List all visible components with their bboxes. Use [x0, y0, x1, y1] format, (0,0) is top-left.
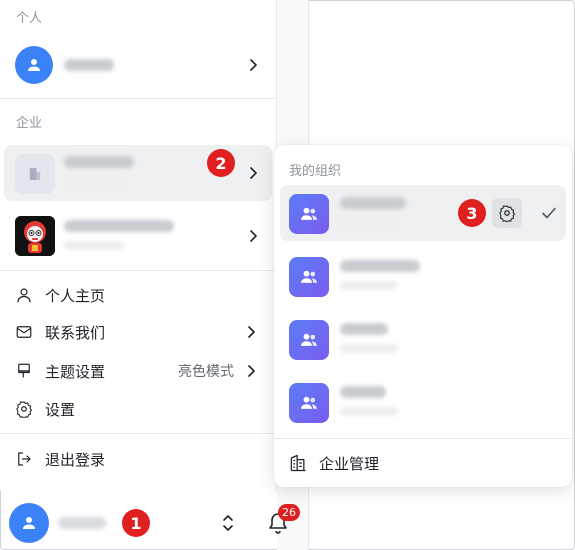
enterprise-logo [15, 216, 55, 256]
enterprise-manage-button[interactable]: 企业管理 [288, 451, 379, 475]
section-divider [0, 433, 276, 434]
enterprise-subtitle-2 [64, 241, 124, 250]
org-name [340, 386, 386, 398]
org-subtitle [340, 407, 398, 416]
user-avatar [15, 46, 53, 84]
org-subtitle [340, 281, 398, 290]
user-icon [14, 285, 34, 305]
step-marker-3: 3 [458, 199, 486, 227]
menu-item-label: 设置 [45, 400, 76, 419]
section-divider [0, 270, 276, 271]
org-name [340, 260, 420, 272]
personal-account-row[interactable] [4, 37, 272, 93]
org-subtitle [340, 218, 398, 227]
enterprise-subtitle-1 [64, 178, 124, 187]
step-marker-2: 2 [207, 149, 235, 177]
logout-label: 退出登录 [45, 450, 106, 469]
enterprise-name-2 [64, 220, 174, 232]
menu-item-label: 主题设置 [45, 362, 106, 381]
chevron-right-icon [250, 167, 257, 179]
personal-section-label: 个人 [16, 11, 43, 26]
brush-icon [14, 361, 34, 381]
menu-item-label: 联系我们 [45, 323, 106, 342]
menu-item-theme[interactable]: 主题设置 亮色模式 [14, 359, 264, 383]
org-item[interactable] [280, 311, 566, 367]
org-item[interactable]: 3 [280, 185, 566, 241]
org-avatar [289, 257, 329, 297]
org-avatar [289, 194, 329, 234]
org-name [340, 197, 406, 209]
enterprise-name-1 [64, 156, 134, 168]
org-item[interactable] [280, 374, 566, 430]
enterprise-logo [15, 154, 55, 194]
step-marker-1: 1 [122, 509, 150, 537]
enterprise-row-2[interactable] [4, 208, 272, 264]
personal-account-name [64, 59, 114, 71]
mascot-logo-icon [15, 216, 55, 256]
org-name [340, 323, 388, 335]
current-user-name [58, 517, 106, 529]
popover-title: 我的组织 [289, 164, 342, 179]
logout-icon [14, 449, 34, 469]
person-icon [23, 517, 35, 529]
org-avatar [289, 383, 329, 423]
org-item[interactable] [280, 248, 566, 304]
bottom-account-bar: 1 26 [0, 490, 308, 550]
enterprise-manage-label: 企业管理 [319, 454, 380, 473]
check-icon [542, 207, 556, 219]
menu-item-settings[interactable]: 设置 [14, 397, 264, 421]
theme-current-value: 亮色模式 [178, 364, 234, 380]
gear-icon [499, 205, 516, 222]
group-icon [301, 207, 317, 220]
current-user-avatar[interactable] [9, 503, 49, 543]
popover-divider [274, 438, 572, 439]
notification-count-badge: 26 [278, 504, 300, 521]
gear-icon [14, 399, 34, 419]
expand-collapse-icon[interactable] [220, 514, 236, 532]
section-divider [0, 98, 276, 99]
enterprise-section-label: 企业 [16, 116, 43, 131]
menu-item-profile[interactable]: 个人主页 [14, 283, 264, 307]
org-subtitle [340, 344, 398, 353]
chevron-right-icon [248, 326, 255, 338]
person-icon [28, 59, 40, 71]
building-icon [29, 168, 41, 180]
mail-icon [14, 322, 34, 342]
logout-button[interactable]: 退出登录 [14, 447, 264, 471]
account-menu-panel: 个人 企业 个人主页 联系我们 主题设置 亮色模式 设置 退出登录 [0, 0, 277, 490]
menu-item-contact[interactable]: 联系我们 [14, 320, 264, 344]
chevron-right-icon [250, 59, 257, 71]
chevron-right-icon [250, 230, 257, 242]
group-icon [301, 396, 317, 409]
building-icon [290, 454, 306, 472]
org-settings-button[interactable] [492, 198, 522, 228]
org-avatar [289, 320, 329, 360]
group-icon [301, 333, 317, 346]
chevron-right-icon [248, 365, 255, 377]
org-switcher-popover: 我的组织 3 企业管理 [274, 145, 572, 487]
menu-item-label: 个人主页 [45, 286, 106, 305]
group-icon [301, 270, 317, 283]
